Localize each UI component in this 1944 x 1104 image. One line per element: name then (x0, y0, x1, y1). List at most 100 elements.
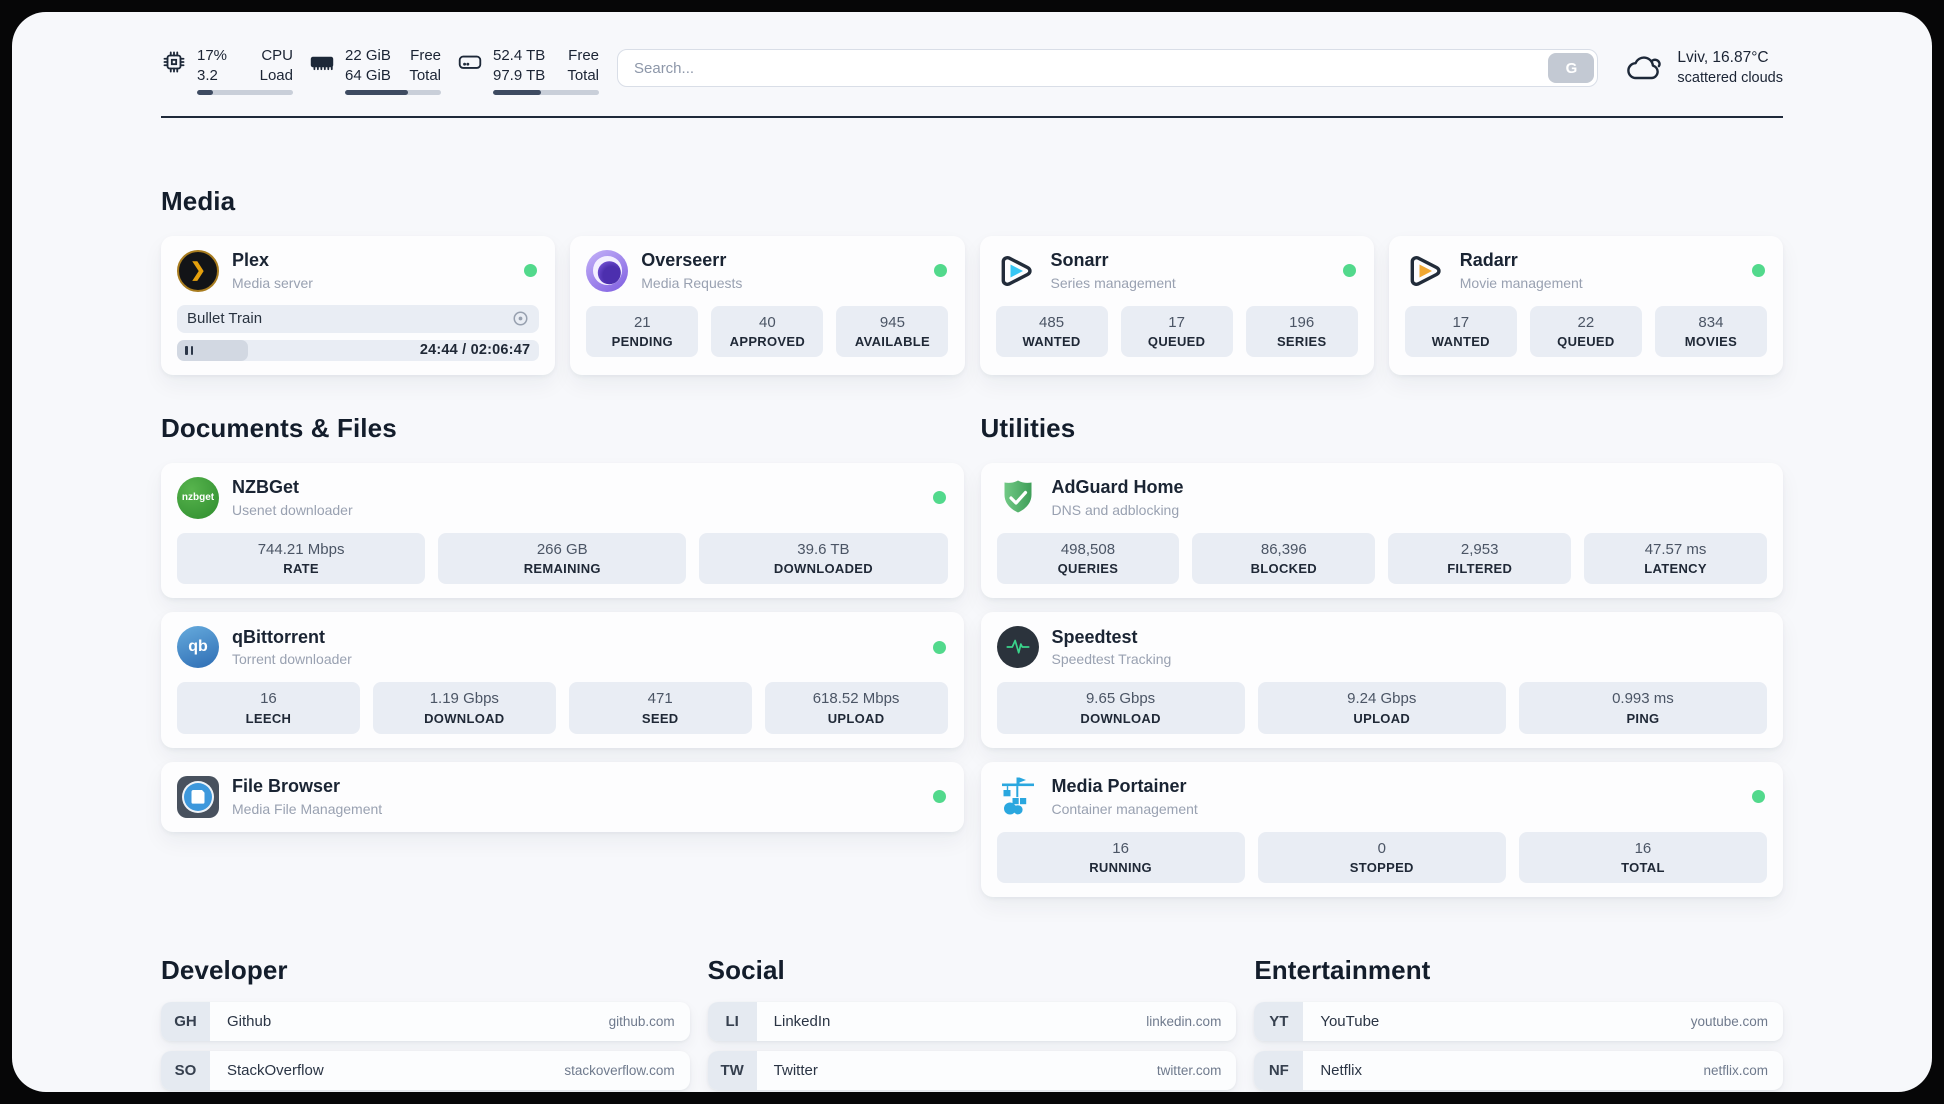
stat-upload: 618.52 Mbps UPLOAD (764, 682, 948, 734)
media-time: 24:44 / 02:06:47 (419, 342, 531, 359)
bookmark-url: youtube.com (1690, 1014, 1768, 1030)
nzbget-icon: nzbget (177, 476, 219, 519)
weather-location: Lviv, 16.87°C (1677, 49, 1769, 66)
service-name: Overseerr (641, 250, 727, 271)
stat-available: 945 AVAILABLE (836, 305, 949, 358)
bookmark-youtube[interactable]: YT YouTube youtube.com (1254, 1002, 1783, 1042)
stat-total: 16 TOTAL (1518, 831, 1768, 884)
service-name: qBittorrent (232, 626, 325, 647)
entertainment-column: Entertainment YT YouTube youtube.com NF … (1254, 955, 1783, 1092)
service-card-sonarr[interactable]: Sonarr Series management 485 WANTED 17 Q… (979, 235, 1374, 375)
stat-pending: 21 PENDING (586, 305, 699, 358)
service-card-speedtest[interactable]: Speedtest Speedtest Tracking 9.65 Gbps D… (980, 612, 1783, 748)
weather-condition: scattered clouds (1677, 69, 1783, 86)
service-name: Media Portainer (1051, 776, 1187, 797)
section-title-utilities: Utilities (980, 412, 1076, 443)
stat-approved: 40 APPROVED (711, 305, 824, 358)
service-subtitle: DNS and adblocking (1051, 501, 1180, 518)
memory-progress-bar (345, 89, 441, 95)
status-dot (933, 264, 947, 278)
radarr-icon (1405, 250, 1447, 292)
bookmark-abbr: LI (707, 1002, 757, 1042)
service-name: NZBGet (232, 477, 299, 498)
service-card-qbittorrent[interactable]: qb qBittorrent Torrent downloader 16 LEE… (161, 612, 964, 748)
media-grid: ❯ Plex Media server Bullet Train 24:44 /… (161, 235, 1783, 375)
stat-wanted: 17 WANTED (1404, 305, 1517, 358)
service-card-plex[interactable]: ❯ Plex Media server Bullet Train 24:44 /… (161, 235, 556, 375)
system-widgets: 17% CPU 3.2 Load 22 GiB Free 64 GiB Tota… (161, 46, 599, 95)
service-subtitle: Media server (232, 274, 313, 291)
section-title-media: Media (161, 185, 236, 216)
status-dot (1342, 264, 1356, 278)
stat-stopped: 0 STOPPED (1257, 831, 1506, 884)
service-card-filebrowser[interactable]: File Browser Media File Management (161, 761, 964, 832)
disk-label-top: Free (568, 47, 599, 64)
bookmark-name: StackOverflow (227, 1062, 324, 1080)
portainer-icon (997, 776, 1039, 818)
stat-rate: 744.21 Mbps RATE (177, 532, 426, 585)
social-column: Social LI LinkedIn linkedin.com TW Twitt… (707, 955, 1237, 1092)
bookmark-abbr: NF (1254, 1051, 1304, 1091)
service-card-overseerr[interactable]: Overseerr Media Requests 21 PENDING 40 A… (570, 235, 965, 375)
section-title-social: Social (707, 955, 785, 986)
speedtest-icon (996, 626, 1039, 669)
bookmark-linkedin[interactable]: LI LinkedIn linkedin.com (707, 1002, 1237, 1042)
service-subtitle: Container management (1051, 800, 1198, 817)
status-dot (1752, 790, 1765, 804)
stat-queries: 498,508 QUERIES (996, 532, 1180, 585)
cpu-percent: 17% (197, 47, 228, 64)
topbar-divider (161, 115, 1783, 118)
plex-icon: ❯ (177, 249, 219, 292)
qbittorrent-icon: qb (177, 626, 219, 669)
memory-icon (309, 49, 335, 75)
service-card-nzbget[interactable]: nzbget NZBGet Usenet downloader 744.21 M… (161, 462, 964, 599)
stat-remaining: 266 GB REMAINING (438, 532, 687, 585)
bookmark-twitter[interactable]: TW Twitter twitter.com (707, 1051, 1237, 1091)
stat-blocked: 86,396 BLOCKED (1192, 532, 1376, 585)
media-progress: 24:44 / 02:06:47 (177, 339, 540, 361)
cpu-load: 3.2 (197, 66, 218, 84)
stat-seed: 471 SEED (568, 682, 752, 734)
stat-latency: 47.57 ms LATENCY (1584, 532, 1767, 585)
disk-icon (457, 49, 483, 75)
stat-downloaded: 39.6 TB DOWNLOADED (699, 532, 948, 585)
bookmark-stackoverflow[interactable]: SO StackOverflow stackoverflow.com (161, 1051, 690, 1091)
service-name: File Browser (232, 776, 341, 797)
search-engine-button[interactable]: G (1548, 53, 1595, 83)
memory-widget: 22 GiB Free 64 GiB Total (309, 46, 441, 95)
bookmark-abbr: GH (161, 1002, 210, 1042)
stat-wanted: 485 WANTED (995, 305, 1108, 358)
status-dot (1752, 264, 1765, 278)
sonarr-icon (996, 250, 1038, 292)
stat-download: 1.19 Gbps DOWNLOAD (372, 682, 556, 734)
developer-column: Developer GH Github github.com SO StackO… (161, 955, 690, 1092)
bookmark-name: Github (227, 1013, 272, 1031)
bookmark-github[interactable]: GH Github github.com (161, 1002, 690, 1042)
bookmark-url: linkedin.com (1146, 1014, 1222, 1030)
service-card-radarr[interactable]: Radarr Movie management 17 WANTED 22 QUE… (1388, 235, 1783, 375)
stat-running: 16 RUNNING (996, 831, 1245, 884)
bookmark-name: LinkedIn (773, 1013, 831, 1031)
status-dot (932, 491, 946, 505)
now-playing-row: Bullet Train (177, 304, 540, 333)
disk-widget: 52.4 TB Free 97.9 TB Total (457, 46, 599, 95)
section-title-developer: Developer (161, 955, 288, 986)
bookmark-netflix[interactable]: NF Netflix netflix.com (1254, 1051, 1783, 1091)
memory-free: 22 GiB (345, 47, 391, 64)
stat-queued: 22 QUEUED (1529, 305, 1642, 358)
service-subtitle: Series management (1050, 274, 1176, 291)
dashboard-page: 17% CPU 3.2 Load 22 GiB Free 64 GiB Tota… (12, 12, 1932, 1092)
pause-icon (185, 345, 194, 355)
section-title-entertainment: Entertainment (1254, 955, 1431, 986)
stat-download: 9.65 Gbps DOWNLOAD (996, 682, 1245, 734)
search-input[interactable] (617, 49, 1599, 87)
service-card-portainer[interactable]: Media Portainer Container management 16 … (980, 761, 1783, 898)
service-name: Radarr (1459, 250, 1518, 271)
now-playing-title: Bullet Train (187, 310, 263, 328)
bookmark-name: YouTube (1320, 1013, 1380, 1031)
status-dot (932, 790, 946, 804)
stat-ping: 0.993 ms PING (1518, 682, 1768, 734)
service-card-adguard[interactable]: AdGuard Home DNS and adblocking 498,508 … (980, 462, 1783, 599)
bookmark-name: Netflix (1320, 1062, 1363, 1080)
bookmark-name: Twitter (773, 1062, 818, 1080)
